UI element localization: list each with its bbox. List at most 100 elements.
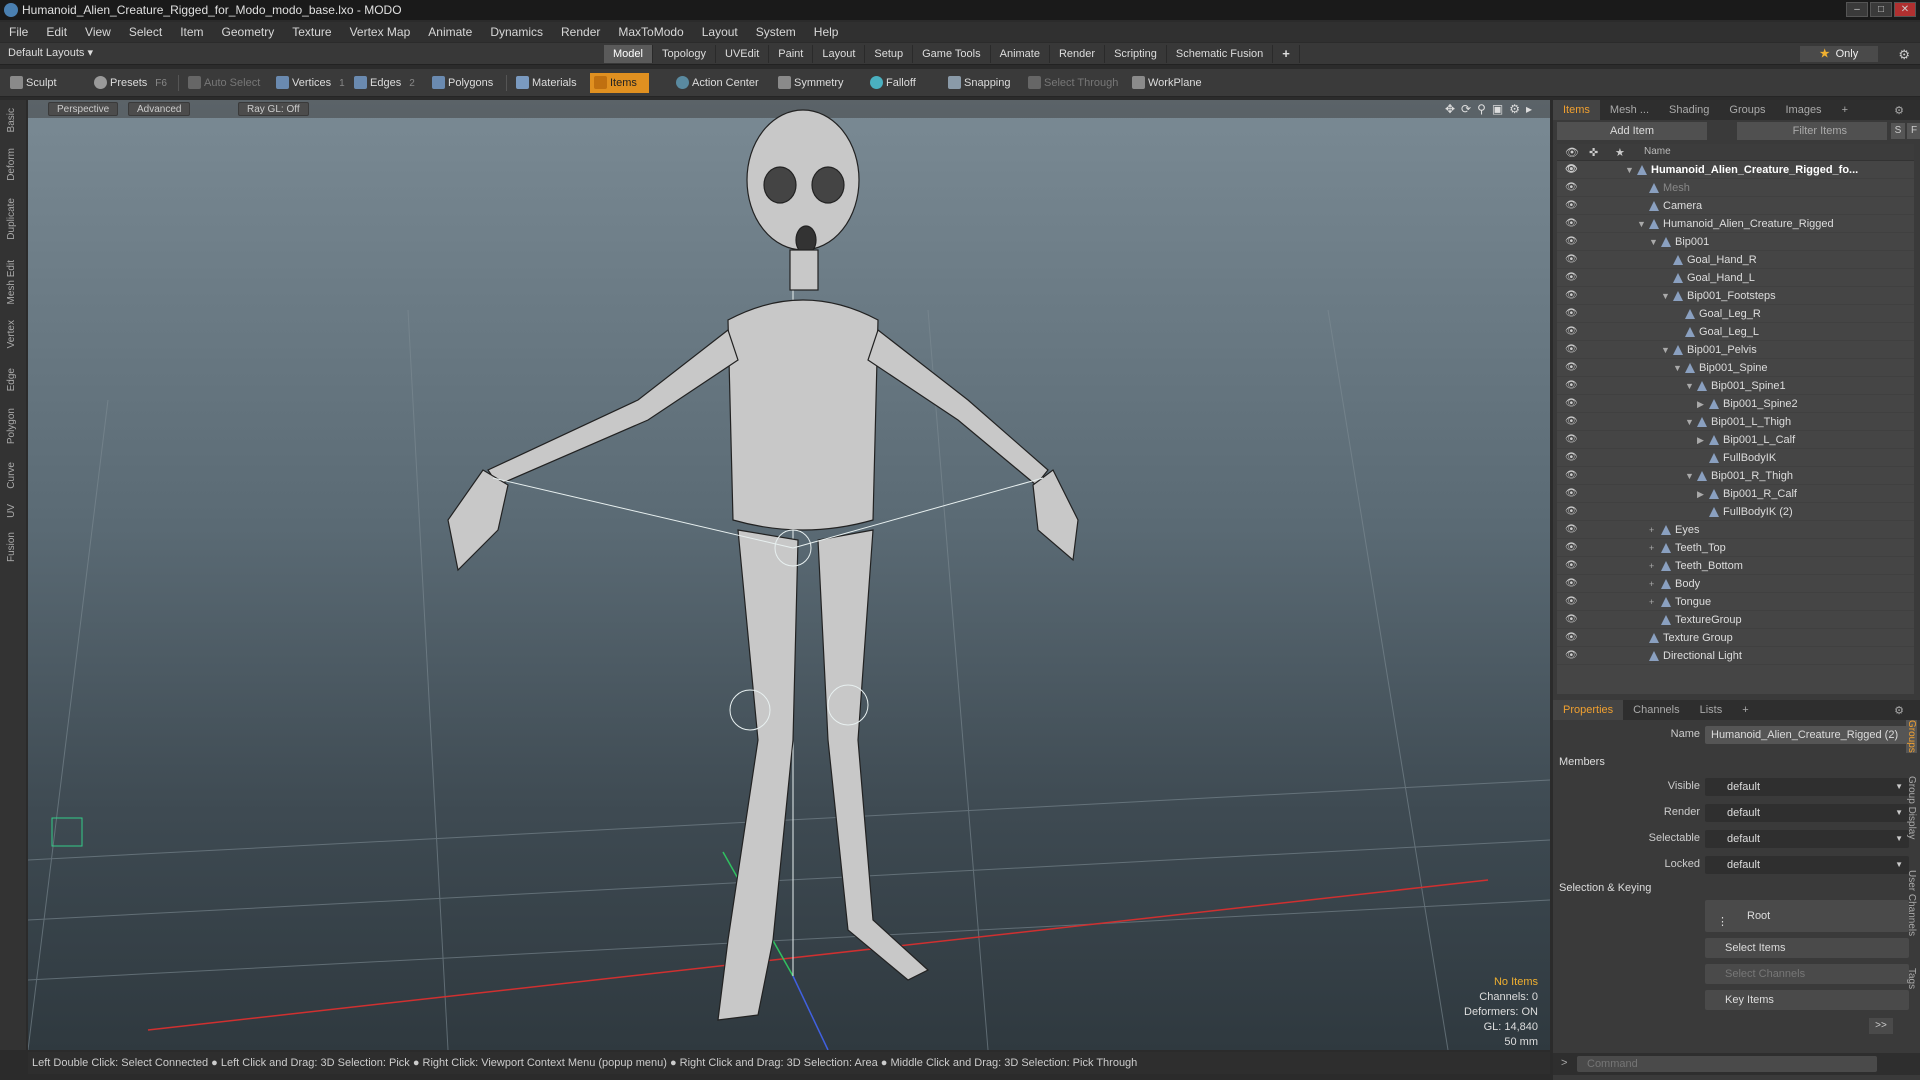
expand-toggle-icon[interactable]: + bbox=[1649, 575, 1654, 593]
tree-row[interactable]: 👁 ▼ Bip001_Spine1 bbox=[1557, 377, 1914, 395]
tree-row[interactable]: 👁 + Body bbox=[1557, 575, 1914, 593]
tree-row[interactable]: 👁 Mesh bbox=[1557, 179, 1914, 197]
visibility-eye-icon[interactable]: 👁 bbox=[1565, 485, 1578, 503]
polygons-button[interactable]: Polygons bbox=[428, 73, 493, 93]
tab-items[interactable]: Items bbox=[1553, 100, 1600, 120]
selectable-dropdown[interactable]: default ▼ bbox=[1705, 830, 1909, 848]
visibility-eye-icon[interactable]: 👁 bbox=[1565, 215, 1578, 233]
visibility-eye-icon[interactable]: 👁 bbox=[1565, 305, 1578, 323]
visibility-eye-icon[interactable]: 👁 bbox=[1565, 359, 1578, 377]
presets-button[interactable]: Presets F6 bbox=[90, 73, 167, 93]
lefttab-polygon[interactable]: Polygon bbox=[6, 408, 17, 444]
visibility-eye-icon[interactable]: 👁 bbox=[1565, 521, 1578, 539]
menu-dynamics[interactable]: Dynamics bbox=[481, 25, 552, 39]
materials-button[interactable]: Materials bbox=[512, 73, 577, 93]
tree-row[interactable]: 👁 + Tongue bbox=[1557, 593, 1914, 611]
vertices-button[interactable]: Vertices 1 bbox=[272, 73, 345, 93]
visibility-eye-icon[interactable]: 👁 bbox=[1565, 629, 1578, 647]
visibility-eye-icon[interactable]: 👁 bbox=[1565, 377, 1578, 395]
members-section[interactable]: Members bbox=[1559, 756, 1605, 768]
minimize-button[interactable]: – bbox=[1846, 2, 1868, 17]
expand-toggle-icon[interactable]: ▼ bbox=[1685, 413, 1694, 431]
tree-row[interactable]: 👁 ▼ Bip001_R_Thigh bbox=[1557, 467, 1914, 485]
tree-row[interactable]: 👁 ▶ Bip001_Spine2 bbox=[1557, 395, 1914, 413]
expand-toggle-icon[interactable]: ▼ bbox=[1649, 233, 1658, 251]
visible-dropdown[interactable]: default ▼ bbox=[1705, 778, 1909, 796]
menu-item[interactable]: Item bbox=[171, 25, 212, 39]
visibility-eye-icon[interactable]: 👁 bbox=[1565, 341, 1578, 359]
command-input[interactable] bbox=[1577, 1056, 1877, 1072]
visibility-eye-icon[interactable]: 👁 bbox=[1565, 269, 1578, 287]
tab-images[interactable]: Images bbox=[1775, 104, 1831, 116]
visibility-eye-icon[interactable]: 👁 bbox=[1565, 431, 1578, 449]
edges-button[interactable]: Edges 2 bbox=[350, 73, 415, 93]
visibility-eye-icon[interactable]: 👁 bbox=[1565, 611, 1578, 629]
tree-row[interactable]: 👁 Goal_Leg_R bbox=[1557, 305, 1914, 323]
tab-mesh[interactable]: Mesh ... bbox=[1600, 104, 1659, 116]
expand-toggle-icon[interactable]: ▼ bbox=[1637, 215, 1646, 233]
lefttab-uv[interactable]: UV bbox=[6, 504, 17, 518]
tree-row[interactable]: 👁 ▼ Humanoid_Alien_Creature_Rigged bbox=[1557, 215, 1914, 233]
tree-row[interactable]: 👁 ▼ Bip001_L_Thigh bbox=[1557, 413, 1914, 431]
name-field[interactable]: Humanoid_Alien_Creature_Rigged (2) bbox=[1705, 726, 1909, 744]
tab-render[interactable]: Render bbox=[1050, 45, 1106, 63]
menu-system[interactable]: System bbox=[747, 25, 805, 39]
more-button[interactable]: >> bbox=[1869, 1018, 1893, 1034]
lefttab-mesh-edit[interactable]: Mesh Edit bbox=[6, 260, 17, 304]
tree-row[interactable]: 👁 FullBodyIK bbox=[1557, 449, 1914, 467]
visibility-eye-icon[interactable]: 👁 bbox=[1565, 467, 1578, 485]
expand-toggle-icon[interactable]: + bbox=[1649, 539, 1654, 557]
selection-keying-section[interactable]: Selection & Keying bbox=[1559, 882, 1651, 894]
menu-layout[interactable]: Layout bbox=[693, 25, 747, 39]
tree-row[interactable]: 👁 ▼ Bip001 bbox=[1557, 233, 1914, 251]
sidetab-group-display[interactable]: Group Display bbox=[1906, 776, 1917, 839]
expand-toggle-icon[interactable]: ▼ bbox=[1685, 467, 1694, 485]
auto-select-button[interactable]: Auto Select bbox=[184, 73, 260, 93]
visibility-eye-icon[interactable]: 👁 bbox=[1565, 593, 1578, 611]
lefttab-vertex[interactable]: Vertex bbox=[6, 320, 17, 348]
menu-animate[interactable]: Animate bbox=[419, 25, 481, 39]
expand-toggle-icon[interactable]: ▼ bbox=[1625, 161, 1634, 179]
workplane-button[interactable]: WorkPlane bbox=[1128, 73, 1202, 93]
visibility-eye-icon[interactable]: 👁 bbox=[1565, 179, 1578, 197]
menu-maxtomodo[interactable]: MaxToModo bbox=[609, 25, 692, 39]
visibility-eye-icon[interactable]: 👁 bbox=[1565, 287, 1578, 305]
sidetab-user-channels[interactable]: User Channels bbox=[1906, 870, 1917, 936]
tree-row[interactable]: 👁 + Eyes bbox=[1557, 521, 1914, 539]
item-tree[interactable]: 👁 ✜ ★ Name 👁 ▼ Humanoid_Alien_Creature_Rig… bbox=[1557, 144, 1914, 694]
tab-channels[interactable]: Channels bbox=[1623, 704, 1689, 716]
tab-scripting[interactable]: Scripting bbox=[1105, 45, 1167, 63]
only-button[interactable]: ★ Only bbox=[1800, 46, 1878, 62]
visibility-eye-icon[interactable]: 👁 bbox=[1565, 251, 1578, 269]
sculpt-button[interactable]: Sculpt bbox=[6, 73, 57, 93]
tree-row[interactable]: 👁 TextureGroup bbox=[1557, 611, 1914, 629]
visibility-eye-icon[interactable]: 👁 bbox=[1565, 323, 1578, 341]
lefttab-duplicate[interactable]: Duplicate bbox=[6, 198, 17, 240]
close-button[interactable]: ✕ bbox=[1894, 2, 1916, 17]
visibility-eye-icon[interactable]: 👁 bbox=[1565, 539, 1578, 557]
tree-row[interactable]: 👁 ▼ Humanoid_Alien_Creature_Rigged_fo... bbox=[1557, 161, 1914, 179]
tree-row[interactable]: 👁 + Teeth_Bottom bbox=[1557, 557, 1914, 575]
visibility-eye-icon[interactable]: 👁 bbox=[1565, 557, 1578, 575]
lefttab-edge[interactable]: Edge bbox=[6, 368, 17, 391]
expand-toggle-icon[interactable]: ▼ bbox=[1661, 287, 1670, 305]
tab-groups[interactable]: Groups bbox=[1719, 104, 1775, 116]
action-center-button[interactable]: Action Center bbox=[672, 73, 759, 93]
symmetry-button[interactable]: Symmetry bbox=[774, 73, 844, 93]
lefttab-basic[interactable]: Basic bbox=[6, 108, 17, 132]
expand-toggle-icon[interactable]: ▼ bbox=[1661, 341, 1670, 359]
menu-texture[interactable]: Texture bbox=[283, 25, 340, 39]
expand-toggle-icon[interactable]: ▼ bbox=[1685, 377, 1694, 395]
tab-layout[interactable]: Layout bbox=[813, 45, 866, 63]
tree-row[interactable]: 👁 Texture Group bbox=[1557, 629, 1914, 647]
tree-row[interactable]: 👁 Camera bbox=[1557, 197, 1914, 215]
menu-vertex-map[interactable]: Vertex Map bbox=[341, 25, 420, 39]
visibility-eye-icon[interactable]: 👁 bbox=[1565, 413, 1578, 431]
menu-help[interactable]: Help bbox=[805, 25, 848, 39]
gear-icon[interactable]: ⚙ bbox=[1898, 47, 1910, 63]
tab-properties[interactable]: Properties bbox=[1553, 700, 1624, 720]
tree-row[interactable]: 👁 Goal_Leg_L bbox=[1557, 323, 1914, 341]
sidetab-tags[interactable]: Tags bbox=[1906, 968, 1917, 989]
visibility-eye-icon[interactable]: 👁 bbox=[1565, 575, 1578, 593]
tab-shading[interactable]: Shading bbox=[1659, 104, 1719, 116]
